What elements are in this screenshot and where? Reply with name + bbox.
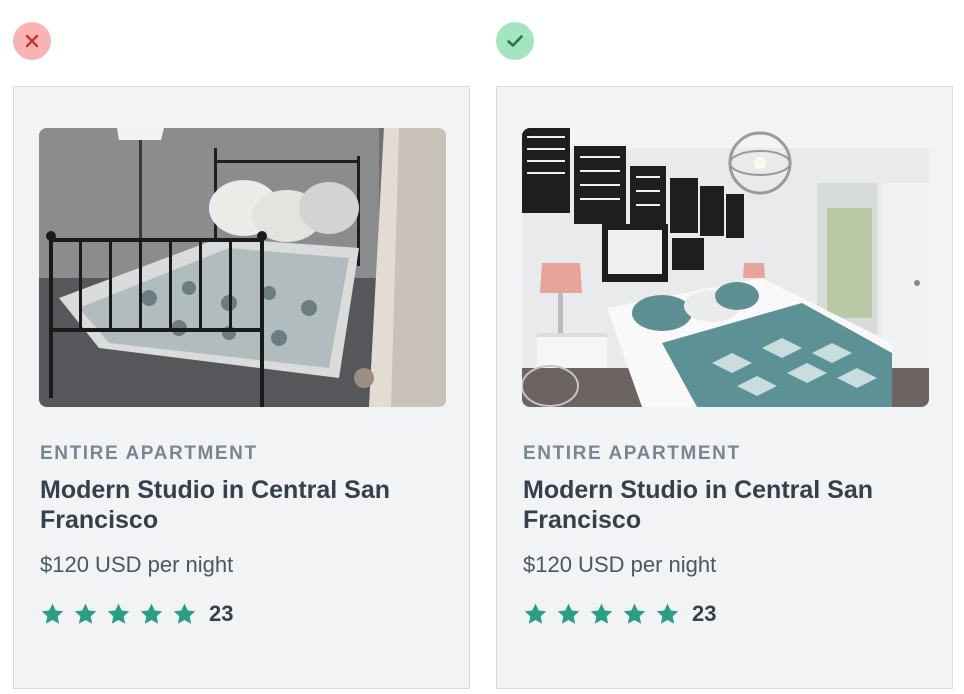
listing-photo-dim-bedroom[interactable] xyxy=(39,128,446,407)
listing-title[interactable]: Modern Studio in Central San Francisco xyxy=(523,475,923,535)
listing-type: ENTIRE APARTMENT xyxy=(523,443,741,464)
star-icon xyxy=(74,603,97,624)
review-count: 23 xyxy=(692,601,717,626)
listing-photo-bright-bedroom[interactable] xyxy=(522,128,929,407)
star-icon xyxy=(590,603,613,624)
star-icon xyxy=(656,603,679,624)
listing-title[interactable]: Modern Studio in Central San Francisco xyxy=(40,475,440,535)
star-icon xyxy=(557,603,580,624)
listing-rating: 23 xyxy=(40,599,233,629)
listing-price: $120 USD per night xyxy=(523,552,717,577)
correct-badge xyxy=(496,22,534,60)
star-icon xyxy=(140,603,163,624)
star-icon xyxy=(41,603,64,624)
star-icon xyxy=(173,603,196,624)
star-icon xyxy=(107,603,130,624)
incorrect-badge xyxy=(13,22,51,60)
check-icon xyxy=(507,35,523,47)
listing-price: $120 USD per night xyxy=(40,552,234,577)
listing-card-correct[interactable]: ENTIRE APARTMENT Modern Studio in Centra… xyxy=(496,86,953,689)
star-icon xyxy=(623,603,646,624)
review-count: 23 xyxy=(209,601,234,626)
x-icon xyxy=(25,34,39,48)
star-icon xyxy=(524,603,547,624)
listing-card-incorrect[interactable]: ENTIRE APARTMENT Modern Studio in Centra… xyxy=(13,86,470,689)
listing-rating: 23 xyxy=(523,599,716,629)
listing-type: ENTIRE APARTMENT xyxy=(40,443,258,464)
